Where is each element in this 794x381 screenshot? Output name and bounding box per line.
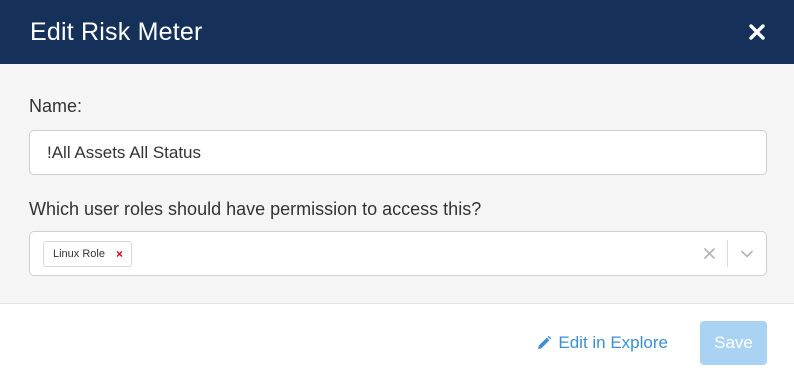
close-button[interactable] — [746, 21, 768, 43]
selected-roles: Linux Role × — [30, 240, 691, 267]
modal-footer: Edit in Explore Save — [0, 304, 794, 381]
name-label: Name: — [29, 96, 83, 116]
clear-selection-button[interactable] — [691, 232, 727, 275]
chevron-down-icon — [741, 250, 753, 257]
roles-label: Which user roles should have permission … — [29, 199, 482, 219]
edit-risk-meter-modal: Edit Risk Meter Name: Which user roles s… — [0, 0, 794, 381]
modal-body: Name: Which user roles should have permi… — [0, 64, 794, 304]
name-input[interactable] — [29, 130, 767, 175]
remove-role-icon[interactable]: × — [116, 247, 123, 261]
modal-title: Edit Risk Meter — [30, 17, 203, 46]
close-icon — [749, 24, 765, 40]
edit-in-explore-label: Edit in Explore — [558, 332, 668, 352]
role-tag: Linux Role × — [43, 240, 132, 267]
clear-icon — [703, 248, 715, 259]
dropdown-toggle[interactable] — [728, 232, 766, 275]
pencil-icon — [538, 335, 552, 349]
modal-header: Edit Risk Meter — [0, 0, 794, 64]
roles-select[interactable]: Linux Role × — [29, 231, 767, 276]
role-tag-label: Linux Role — [53, 247, 105, 260]
edit-in-explore-link[interactable]: Edit in Explore — [536, 333, 668, 353]
save-button[interactable]: Save — [700, 320, 767, 365]
